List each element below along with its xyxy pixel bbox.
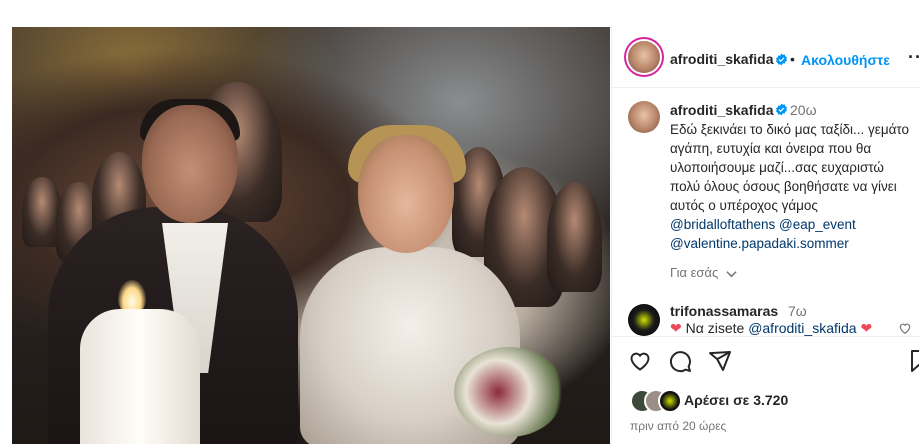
chevron-down-icon — [726, 270, 737, 277]
comment-body: Να zisete — [685, 320, 749, 336]
caption-text: Εδώ ξεκινάει το δικό μας ταξίδι... γεμάτ… — [670, 120, 914, 253]
like-comment-icon[interactable] — [898, 321, 912, 335]
for-you-label: Για εσάς — [670, 265, 719, 280]
comment-icon[interactable] — [668, 349, 692, 373]
author-username[interactable]: afroditi_skafida — [670, 51, 773, 67]
comment-time[interactable]: 7ω — [788, 303, 807, 319]
separator-dot: • — [790, 51, 795, 67]
caption-author-avatar[interactable] — [628, 101, 660, 133]
bouquet — [454, 347, 564, 437]
post-timestamp[interactable]: πριν από 20 ώρες — [630, 419, 726, 433]
likes-count[interactable]: Αρέσει σε 3.720 — [684, 392, 788, 408]
share-icon[interactable] — [708, 349, 732, 373]
post-photo[interactable] — [12, 27, 610, 444]
heart-icon[interactable] — [628, 349, 652, 373]
bookmark-icon[interactable] — [908, 349, 919, 373]
comment-mention[interactable]: @afroditi_skafida — [748, 320, 856, 336]
liker-avatar — [658, 389, 682, 413]
post-header: afroditi_skafida • Ακολουθήστε ··· — [612, 27, 919, 88]
bride-face — [358, 135, 454, 253]
more-icon[interactable]: ··· — [908, 47, 919, 68]
caption-tag[interactable]: @bridalloftathens @eap_event — [670, 215, 914, 234]
caption-tag[interactable]: @valentine.papadaki.sommer — [670, 234, 914, 253]
caption-time[interactable]: 20ω — [790, 102, 817, 118]
author-avatar[interactable] — [628, 41, 660, 73]
red-heart-icon: ❤ — [860, 320, 873, 336]
red-heart-icon: ❤ — [670, 320, 682, 336]
post-actions: Αρέσει σε 3.720 πριν από 20 ώρες — [612, 336, 919, 445]
commenter-username[interactable]: trifonassamaras — [670, 303, 778, 319]
commenter-avatar[interactable] — [628, 304, 660, 336]
post-sidebar: afroditi_skafida • Ακολουθήστε ··· afrod… — [611, 27, 919, 445]
guest-figure — [547, 182, 602, 292]
caption-body: Εδώ ξεκινάει το δικό μας ταξίδι... γεμάτ… — [670, 122, 910, 213]
comment-text: ❤ Να zisete @afroditi_skafida ❤ — [670, 320, 872, 337]
for-you-toggle[interactable]: Για εσάς — [670, 265, 737, 280]
caption-author-username[interactable]: afroditi_skafida — [670, 102, 773, 118]
verified-icon — [776, 53, 787, 66]
follow-button[interactable]: Ακολουθήστε — [801, 52, 890, 68]
candle — [80, 309, 200, 444]
groom-face — [142, 105, 238, 223]
verified-icon — [776, 103, 787, 116]
